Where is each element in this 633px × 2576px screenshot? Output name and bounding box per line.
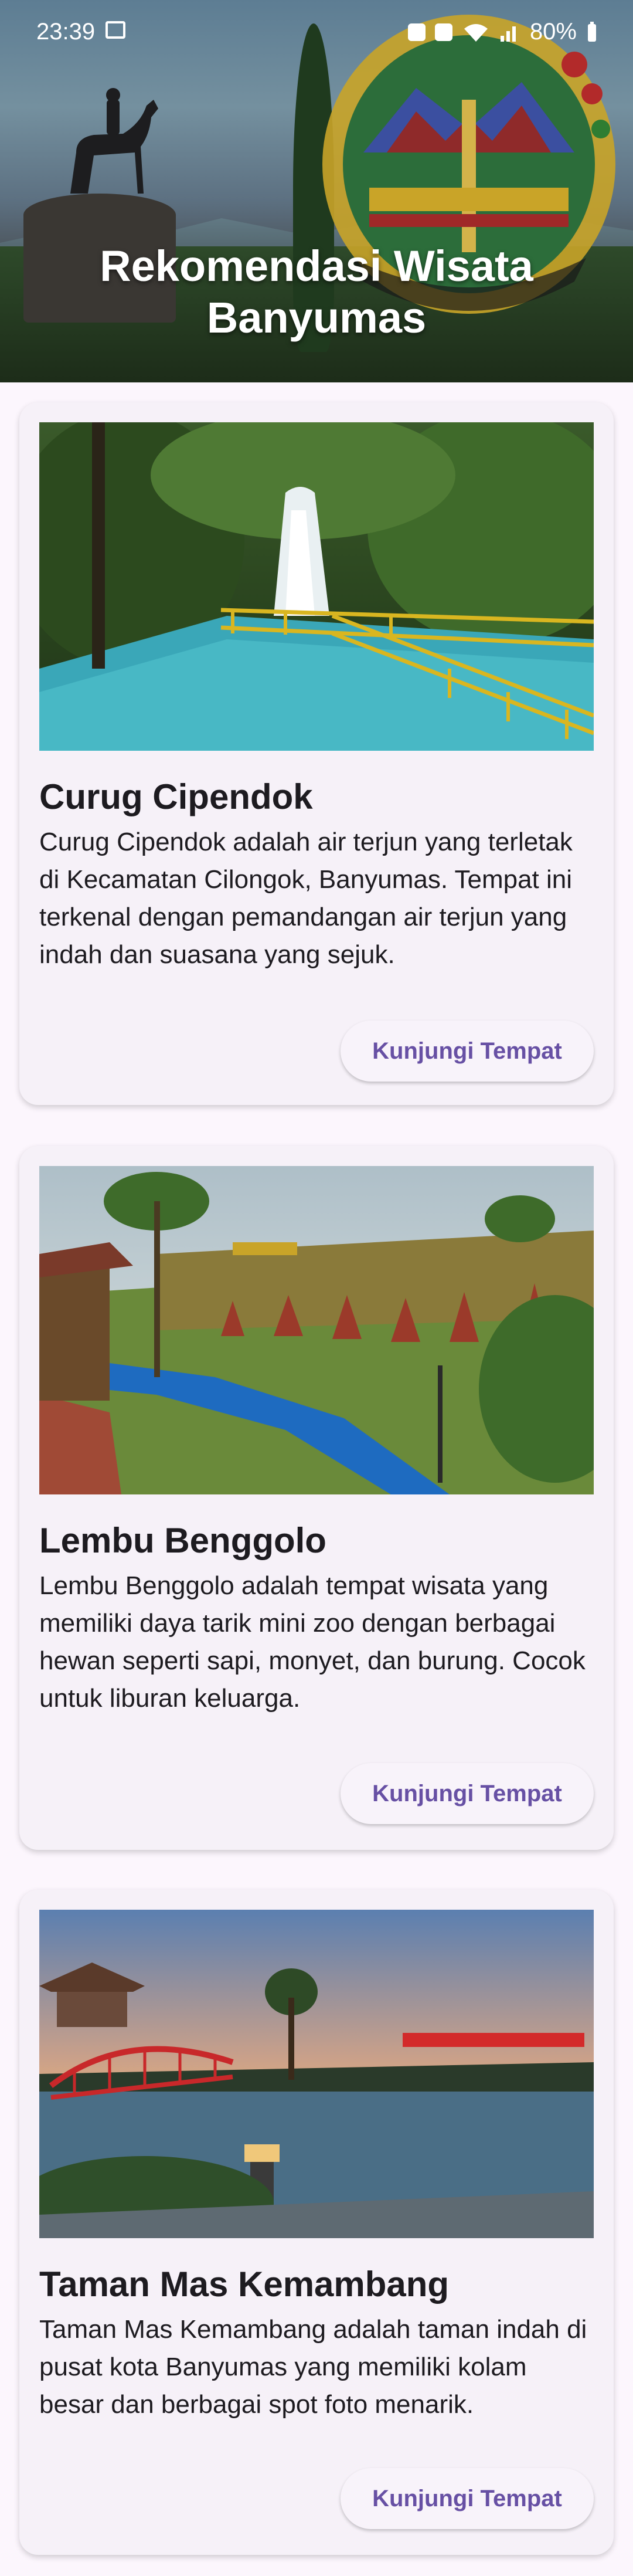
place-title: Curug Cipendok <box>39 777 313 816</box>
place-description: Lembu Benggolo adalah tempat wisata yang… <box>39 1571 586 1713</box>
visit-place-button[interactable]: Kunjungi Tempat <box>341 1763 594 1824</box>
alarm-icon <box>407 23 426 41</box>
battery-percent: 80% <box>529 19 577 45</box>
place-card-taman-mas-kemambang: Taman Mas Kemambang Taman Mas Kemambang … <box>19 1890 614 2555</box>
battery-icon <box>588 21 596 42</box>
page-title-line2: Banyumas <box>206 293 427 342</box>
place-title: Lembu Benggolo <box>39 1521 326 1560</box>
visit-place-button[interactable]: Kunjungi Tempat <box>341 2468 594 2529</box>
page-title-line1: Rekomendasi Wisata <box>100 242 533 290</box>
status-time: 23:39 <box>36 19 96 45</box>
page-title: Rekomendasi Wisata Banyumas <box>0 240 633 344</box>
status-bar: 23:39 80% <box>0 0 633 65</box>
visit-place-button[interactable]: Kunjungi Tempat <box>341 1021 594 1082</box>
status-icons: 80% <box>407 19 598 45</box>
place-description: Taman Mas Kemambang adalah taman indah d… <box>39 2315 587 2419</box>
place-description: Curug Cipendok adalah air terjun yang te… <box>39 828 573 969</box>
gallery-notification-icon <box>106 21 125 39</box>
place-card-curug-cipendok: Curug Cipendok Curug Cipendok adalah air… <box>19 402 614 1105</box>
place-image-waterfall <box>39 422 594 751</box>
place-card-lembu-benggolo: Lembu Benggolo Lembu Benggolo adalah tem… <box>19 1146 614 1850</box>
signal-icon <box>500 26 516 42</box>
place-image-park <box>39 1910 594 2238</box>
place-image-mini-zoo <box>39 1166 594 1494</box>
mute-icon <box>434 23 452 41</box>
place-title: Taman Mas Kemambang <box>39 2265 450 2304</box>
horse-statue-icon <box>70 88 158 194</box>
wifi-icon <box>464 23 488 42</box>
header-banner: 23:39 80% Rekomendasi Wisata Banyumas <box>0 0 633 382</box>
